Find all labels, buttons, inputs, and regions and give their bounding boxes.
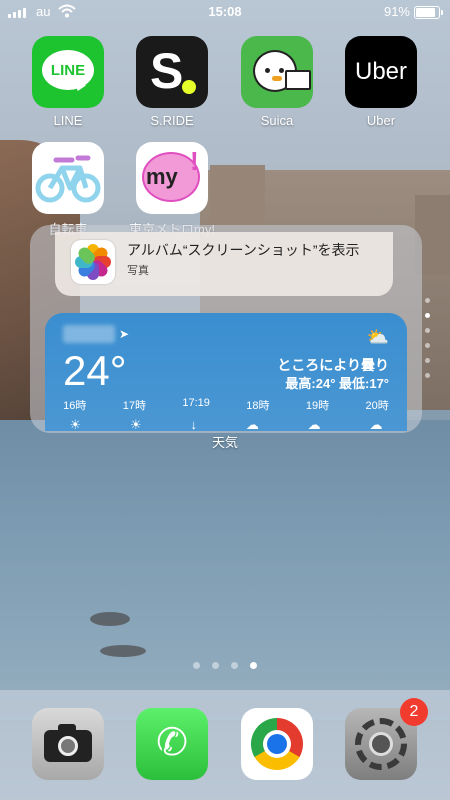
photos-widget-title: アルバム“スクリーンショット”を表示 [127,242,360,258]
app-uber[interactable]: Uber Uber [336,36,426,128]
weather-condition: ところにより曇り [277,357,389,373]
app-label: Uber [366,113,396,128]
settings-notification-badge: 2 [400,698,428,726]
sride-icon: S [136,36,208,108]
weather-widget-caption: 天気 [211,435,238,450]
wallpaper-sea [0,420,450,720]
hour-label: 19時 [305,400,330,412]
app-suica[interactable]: Suica [232,36,322,128]
photos-widget[interactable]: アルバム“スクリーンショット”を表示 写真 [55,232,393,296]
hour-label: 16時 [63,400,87,412]
app-bicycle[interactable]: 自転車 [23,142,113,238]
weather-hourly-times: 16時 17時 17:19 18時 19時 20時 [45,397,407,413]
wallpaper-rock [90,612,130,626]
widget-stack-indicator [425,298,430,378]
page-dot [212,662,219,669]
chrome-icon [241,708,313,780]
app-sride[interactable]: S S.RIDE [127,36,217,128]
app-label: S.RIDE [150,113,194,128]
photos-icon [71,240,115,284]
uber-icon: Uber [345,36,417,108]
tokyo-metro-icon: my ! [136,142,208,214]
hour-label: 20時 [365,400,389,412]
moon-cloud-icon: ☁ [307,417,321,431]
status-bar: au 15:08 91% [0,0,450,24]
hour-label: 18時 [246,400,270,412]
app-label: LINE [53,113,83,128]
wallpaper-rock [100,645,146,657]
dock-app-camera[interactable] [23,708,113,780]
wallpaper-castle-tower [210,165,265,225]
moon-cloud-icon: ☁ [245,417,259,431]
hour-label: 17:19 [182,397,210,409]
photos-widget-app: 写真 [127,265,149,277]
page-dot [193,662,200,669]
app-line[interactable]: LINE LINE [23,36,113,128]
page-dot-active [250,662,257,669]
weather-location-redacted [63,325,115,343]
weather-high-low: 最高:24° 最低:17° [285,376,389,391]
dock: ✆ [0,690,450,800]
app-label: Suica [260,113,294,128]
partly-cloudy-icon: ⛅ [366,327,389,347]
app-tokyo-metro[interactable]: my ! 東京メトロmy! [127,142,217,238]
weather-temperature: 24° [63,347,127,394]
cloud-icon: ☁ [369,417,383,431]
dock-app-chrome[interactable] [232,708,322,780]
location-arrow-icon: ➤ [119,327,130,341]
weather-hourly-icons: ☀ ☀ ↓ ☁ ☁ ☁ [45,417,407,431]
sun-icon: ☀ [129,417,142,431]
hour-label: 17時 [122,400,147,412]
weather-widget[interactable]: ➤ 24° ⛅ ところにより曇り 最高:24° 最低:17° 16時 17時 1… [45,313,407,431]
camera-icon [32,708,104,780]
status-time: 15:08 [208,4,242,19]
sun-icon: ☀ [69,417,82,431]
dock-app-phone[interactable]: ✆ [127,708,217,780]
page-indicator[interactable] [0,662,450,669]
page-dot [231,662,238,669]
suica-icon [241,36,313,108]
sunset-icon: ↓ [190,417,197,431]
line-icon: LINE [32,36,104,108]
battery-icon [414,6,443,19]
bicycle-icon [32,142,104,214]
phone-icon: ✆ [136,708,208,780]
battery-percent: 91% [383,4,410,19]
